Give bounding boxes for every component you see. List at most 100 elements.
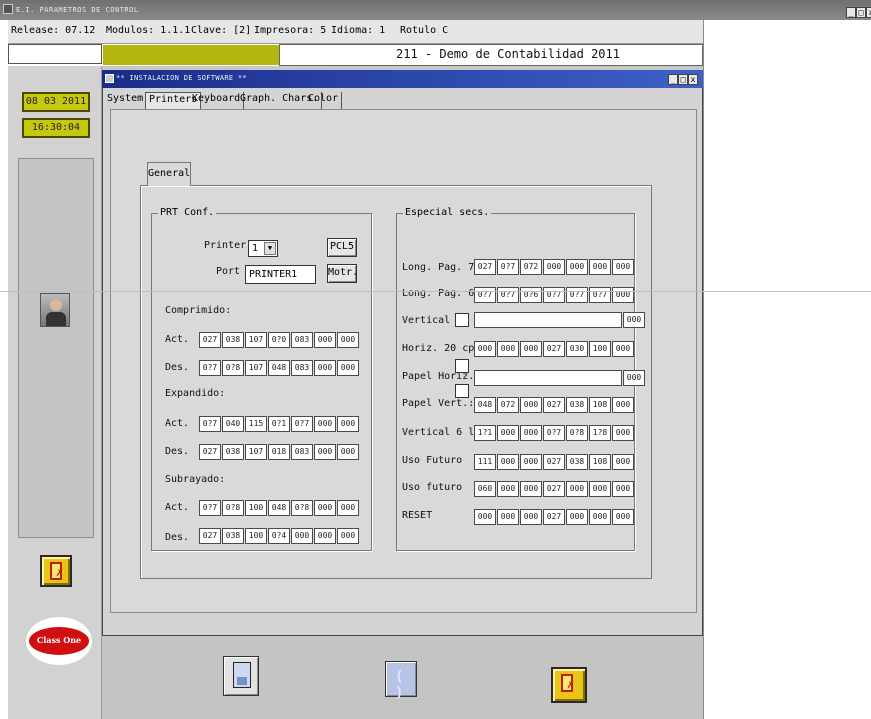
code-field[interactable]: 108 <box>589 397 611 413</box>
code-field[interactable]: 000 <box>612 425 634 441</box>
code-field[interactable]: 000 <box>520 481 542 497</box>
code-field[interactable]: 0?7 <box>497 287 519 303</box>
code-field[interactable]: 027 <box>543 509 565 525</box>
code-field[interactable]: 018 <box>268 444 290 460</box>
code-field[interactable]: 000 <box>589 481 611 497</box>
code-field[interactable]: 038 <box>222 332 244 348</box>
code-field[interactable]: 027 <box>199 332 221 348</box>
code-field[interactable]: 072 <box>520 259 542 275</box>
tab-general[interactable]: General <box>147 162 191 186</box>
code-field[interactable]: 000 <box>520 397 542 413</box>
code-field[interactable]: 000 <box>314 416 336 432</box>
code-field[interactable]: 000 <box>337 332 359 348</box>
code-field[interactable]: 107 <box>245 332 267 348</box>
code-field[interactable]: 000 <box>612 454 634 470</box>
code-field[interactable]: 072 <box>497 397 519 413</box>
tab-system[interactable]: System <box>104 92 148 109</box>
code-field[interactable]: 000 <box>314 444 336 460</box>
code-field[interactable]: 000 <box>314 528 336 544</box>
code-field[interactable]: 0?8 <box>222 500 244 516</box>
code-field[interactable]: 048 <box>268 360 290 376</box>
code-field[interactable]: 038 <box>222 444 244 460</box>
code-field[interactable]: 0?7 <box>199 360 221 376</box>
code-field[interactable]: 000 <box>337 360 359 376</box>
code-field[interactable]: 083 <box>291 332 313 348</box>
code-field[interactable]: 048 <box>268 500 290 516</box>
code-field[interactable]: 000 <box>474 341 496 357</box>
code-field[interactable]: 0?4 <box>268 528 290 544</box>
code-field[interactable]: 0?7 <box>199 416 221 432</box>
papel-horiz-input[interactable] <box>474 370 622 386</box>
code-field[interactable]: 000 <box>566 259 588 275</box>
code-field[interactable]: 000 <box>589 509 611 525</box>
code-field[interactable]: 0?7 <box>589 287 611 303</box>
maximize-icon[interactable]: □ <box>856 7 866 18</box>
code-field[interactable]: 000 <box>612 259 634 275</box>
code-field[interactable]: 115 <box>245 416 267 432</box>
code-field[interactable]: 027 <box>543 481 565 497</box>
code-field[interactable]: 000 <box>474 509 496 525</box>
code-field[interactable]: 100 <box>245 528 267 544</box>
port-input[interactable]: PRINTER1 <box>245 265 316 284</box>
code-field[interactable]: 083 <box>291 360 313 376</box>
code-field[interactable]: 000 <box>612 509 634 525</box>
vertical-12-checkbox[interactable] <box>455 313 469 327</box>
code-field[interactable]: 0?0 <box>268 332 290 348</box>
code-field[interactable]: 0?1 <box>268 416 290 432</box>
motr-button[interactable]: Motr. <box>327 264 358 283</box>
code-field[interactable]: 0?6 <box>520 287 542 303</box>
code-field[interactable]: 1?8 <box>589 425 611 441</box>
code-field[interactable]: 027 <box>474 259 496 275</box>
code-field[interactable]: 027 <box>543 341 565 357</box>
code-field[interactable]: 0?8 <box>222 360 244 376</box>
code-field[interactable]: 0?8 <box>566 425 588 441</box>
code-field[interactable]: 1?1 <box>474 425 496 441</box>
code-field[interactable]: 000 <box>337 416 359 432</box>
exit-button[interactable]: ✗ <box>551 667 587 703</box>
code-field[interactable]: 038 <box>566 397 588 413</box>
code-field[interactable]: 000 <box>566 509 588 525</box>
pcl5-button[interactable]: PCL5 <box>327 238 357 257</box>
code-field[interactable]: 100 <box>245 500 267 516</box>
code-field[interactable]: 000 <box>291 528 313 544</box>
code-field[interactable]: 107 <box>245 444 267 460</box>
code-field[interactable]: 0?7 <box>199 500 221 516</box>
code-field[interactable]: 000 <box>612 481 634 497</box>
code-field[interactable]: 0?7 <box>497 259 519 275</box>
code-field[interactable]: 000 <box>497 481 519 497</box>
code-field[interactable]: 000 <box>612 397 634 413</box>
code-field[interactable]: 111 <box>474 454 496 470</box>
code-field[interactable]: 000 <box>337 528 359 544</box>
code-field[interactable]: 100 <box>589 341 611 357</box>
code-field[interactable]: 0?7 <box>291 416 313 432</box>
minimize-icon[interactable]: _ <box>846 7 856 18</box>
vertical-12-input[interactable] <box>474 312 622 328</box>
code-field[interactable]: 000 <box>566 481 588 497</box>
code-field[interactable]: 038 <box>222 528 244 544</box>
tab-color[interactable]: Color <box>305 92 343 109</box>
code-field[interactable]: 030 <box>566 341 588 357</box>
code-field[interactable]: 027 <box>543 397 565 413</box>
chevron-down-icon[interactable]: ▼ <box>264 242 276 255</box>
code-field[interactable]: 000 <box>612 287 634 303</box>
code-field[interactable]: 0?7 <box>474 287 496 303</box>
code-field[interactable]: 060 <box>474 481 496 497</box>
code-field[interactable]: 040 <box>222 416 244 432</box>
code-field[interactable]: 000 <box>337 500 359 516</box>
papel-horiz-checkbox[interactable] <box>455 359 469 373</box>
save-button[interactable] <box>223 656 259 696</box>
dialog-maximize-icon[interactable]: □ <box>678 74 688 85</box>
user-avatar-icon[interactable] <box>40 293 70 327</box>
exit-icon[interactable]: ✗ <box>40 555 72 587</box>
code-field[interactable]: 000 <box>589 259 611 275</box>
code-field[interactable]: 0?7 <box>543 425 565 441</box>
code-field[interactable]: 000 <box>612 341 634 357</box>
left-header-input[interactable] <box>8 44 102 64</box>
code-field[interactable]: 107 <box>245 360 267 376</box>
code-field[interactable]: 000 <box>337 444 359 460</box>
code-field[interactable]: 0?7 <box>566 287 588 303</box>
code-field[interactable]: 108 <box>589 454 611 470</box>
code-field[interactable]: 083 <box>291 444 313 460</box>
code-field[interactable]: 000 <box>520 425 542 441</box>
code-field[interactable]: 000 <box>497 509 519 525</box>
